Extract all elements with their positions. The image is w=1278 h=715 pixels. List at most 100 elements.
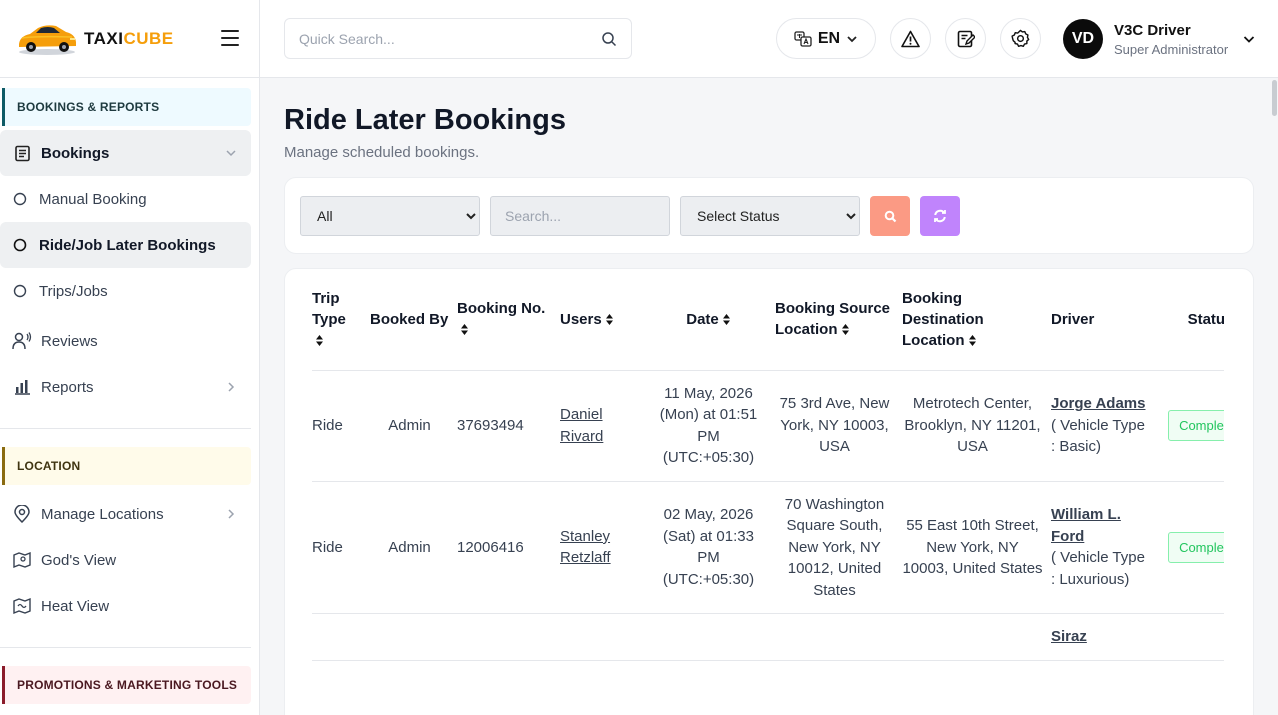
filter-search-input[interactable] <box>490 196 670 236</box>
driver-link[interactable]: William L. Ford <box>1051 506 1121 545</box>
col-booked-by[interactable]: Booked By <box>370 269 457 371</box>
circle-bullet-icon <box>13 238 27 252</box>
cell-booked-by <box>370 613 457 661</box>
section-location: LOCATION <box>2 447 251 485</box>
avatar: VD <box>1063 19 1103 59</box>
document-list-icon <box>12 143 32 163</box>
brand: TAXICUBE <box>0 0 259 78</box>
sidebar-item-manual-booking[interactable]: Manual Booking <box>0 176 251 222</box>
filter-bar: All Select Status <box>284 177 1254 254</box>
driver-link[interactable]: Jorge Adams <box>1051 395 1145 412</box>
sidebar-item-reports[interactable]: Reports <box>0 364 251 410</box>
driver-link[interactable]: Siraz <box>1051 628 1087 645</box>
circle-bullet-icon <box>13 284 27 298</box>
sidebar-item-gods-view[interactable]: God's View <box>0 537 251 583</box>
language-selector[interactable]: EN <box>776 18 876 59</box>
alerts-button[interactable] <box>890 18 931 59</box>
sort-icon[interactable] <box>841 323 850 336</box>
status-badge: Completed <box>1168 531 1224 563</box>
cell-booked-by: Admin <box>370 481 457 614</box>
sidebar-item-label: Bookings <box>41 144 110 162</box>
status-badge: Completed <box>1168 409 1224 442</box>
bookings-table-card: Trip Type Booked By Booking No. Users Da… <box>284 268 1254 715</box>
user-menu[interactable]: VD V3C Driver Super Administrator <box>1063 18 1256 60</box>
quick-search[interactable] <box>284 18 632 59</box>
cell-destination: 55 East 10th Street, New York, NY 10003,… <box>902 481 1051 614</box>
settings-button[interactable] <box>1000 18 1041 59</box>
sidebar-item-heat-view[interactable]: Heat View <box>0 583 251 629</box>
sidebar-item-label: Reviews <box>41 332 98 350</box>
col-source[interactable]: Booking Source Location <box>775 269 902 371</box>
edit-note-icon <box>957 30 975 47</box>
chevron-right-icon <box>228 382 235 392</box>
translate-icon <box>794 30 812 47</box>
sidebar-item-trips[interactable]: Trips/Jobs <box>0 268 251 314</box>
col-destination[interactable]: Booking Destination Location <box>902 269 1051 371</box>
driver-vehicle-type: ( Vehicle Type : Basic) <box>1051 416 1145 456</box>
gear-icon <box>1011 29 1030 48</box>
table-row: Ride Admin 37693494 Daniel Rivard 11 May… <box>312 370 1224 482</box>
bar-chart-icon <box>12 377 32 397</box>
map-pin-icon <box>12 504 32 524</box>
page-subtitle: Manage scheduled bookings. <box>284 144 480 161</box>
driver-vehicle-type: ( Vehicle Type : Luxurious) <box>1051 549 1145 588</box>
sidebar-item-label: Manual Booking <box>39 190 147 208</box>
refresh-button[interactable] <box>920 196 960 236</box>
user-link[interactable]: Daniel Rivard <box>560 406 603 445</box>
cell-trip-type: Ride <box>312 370 370 482</box>
user-role: Super Administrator <box>1114 41 1229 57</box>
sidebar-item-label: Heat View <box>41 597 110 615</box>
divider <box>0 428 251 429</box>
taxi-car-logo-icon <box>19 24 76 55</box>
sort-icon[interactable] <box>722 313 731 326</box>
cell-source: 75 3rd Ave, New York, NY 10003, USA <box>775 370 902 482</box>
table-header-row: Trip Type Booked By Booking No. Users Da… <box>312 269 1224 371</box>
col-driver: Driver <box>1051 269 1157 371</box>
user-name: V3C Driver <box>1114 21 1191 39</box>
user-link[interactable]: Stanley Retzlaff <box>560 528 611 567</box>
col-date[interactable]: Date <box>650 269 775 371</box>
cell-date: 11 May, 2026 (Mon) at 01:51 PM (UTC:+05:… <box>650 370 775 482</box>
divider <box>0 647 251 648</box>
cell-booking-no <box>457 613 560 661</box>
col-status: Status <box>1157 269 1224 371</box>
hamburger-menu-icon[interactable] <box>221 30 239 46</box>
heat-map-icon <box>12 596 32 616</box>
sidebar-item-ride-later[interactable]: Ride/Job Later Bookings <box>0 222 251 268</box>
sort-icon[interactable] <box>968 334 977 347</box>
sidebar-item-label: Manage Locations <box>41 505 164 523</box>
sidebar-item-label: Trips/Jobs <box>39 282 108 300</box>
sidebar-item-reviews[interactable]: Reviews <box>0 318 251 364</box>
page-title: Ride Later Bookings <box>284 104 566 136</box>
topbar: EN VD V3C Driver Super Administrator <box>260 0 1278 78</box>
page-scrollbar[interactable] <box>1270 78 1278 715</box>
scrollbar-thumb[interactable] <box>1272 80 1277 116</box>
circle-bullet-icon <box>13 192 27 206</box>
sidebar-item-bookings[interactable]: Bookings <box>0 130 251 176</box>
sidebar-item-label: God's View <box>41 551 117 569</box>
table-row: Ride Admin 12006416 Stanley Retzlaff 02 … <box>312 481 1224 614</box>
sort-icon[interactable] <box>460 323 469 336</box>
quick-search-input[interactable] <box>299 30 601 47</box>
cell-booked-by: Admin <box>370 370 457 482</box>
col-booking-no[interactable]: Booking No. <box>457 269 560 371</box>
notes-button[interactable] <box>945 18 986 59</box>
status-select[interactable]: Select Status <box>680 196 860 236</box>
trip-type-select[interactable]: All <box>300 196 480 236</box>
brand-name: TAXICUBE <box>84 28 174 48</box>
sidebar-item-label: Ride/Job Later Bookings <box>39 236 216 254</box>
search-icon[interactable] <box>601 31 617 47</box>
sidebar-item-manage-locations[interactable]: Manage Locations <box>0 491 251 537</box>
sort-icon[interactable] <box>315 334 324 347</box>
user-voice-icon <box>12 331 32 351</box>
col-trip-type[interactable]: Trip Type <box>312 269 370 371</box>
cell-trip-type: Ride <box>312 481 370 614</box>
refresh-icon <box>934 209 946 223</box>
sort-icon[interactable] <box>605 313 614 326</box>
main-content: Ride Later Bookings Manage scheduled boo… <box>260 78 1278 715</box>
sidebar: TAXICUBE BOOKINGS & REPORTS Bookings Man… <box>0 0 260 715</box>
cell-date: 02 May, 2026 (Sat) at 01:33 PM (UTC:+05:… <box>650 481 775 614</box>
search-button[interactable] <box>870 196 910 236</box>
col-users[interactable]: Users <box>560 269 650 371</box>
cell-booking-no: 37693494 <box>457 370 560 482</box>
